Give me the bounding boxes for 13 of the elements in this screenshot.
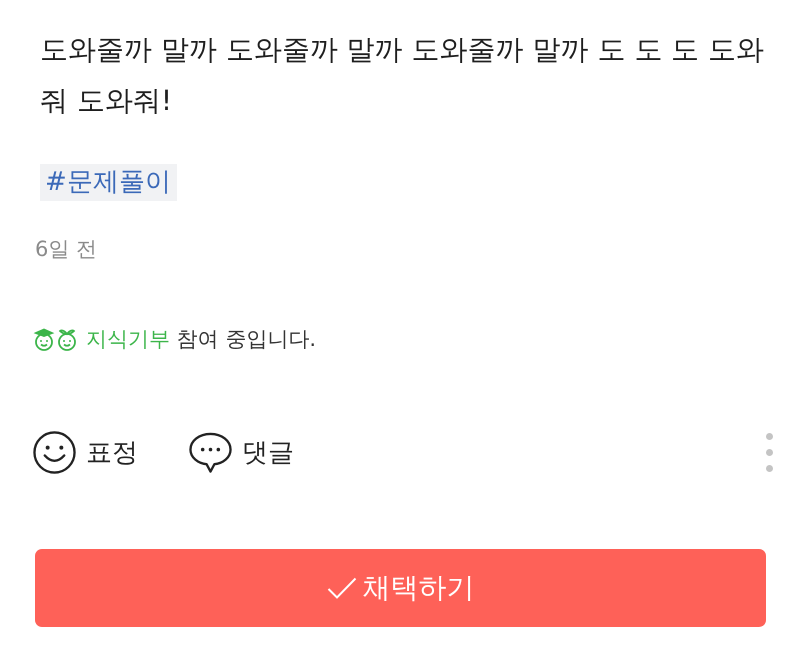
reaction-button[interactable]: 표정 (33, 430, 138, 474)
answer-text: 도와줄까 말까 도와줄까 말까 도와줄까 말까 도 도 도 도와줘 도와줘! (40, 32, 766, 119)
knowledge-donation-link[interactable]: 지식기부 (86, 327, 170, 351)
comment-button[interactable]: 댓글 (189, 430, 294, 474)
more-options-icon[interactable] (766, 432, 773, 472)
smiley-icon (33, 430, 76, 474)
donation-status-text: 지식기부 참여 중입니다. (86, 326, 316, 353)
checkmark-icon (326, 577, 356, 599)
speech-bubble-icon (189, 430, 232, 474)
posted-time: 6일 전 (35, 237, 98, 261)
hashtag-link[interactable]: #문제풀이 (40, 164, 177, 201)
smiling-faces-icon (33, 327, 79, 351)
accept-answer-button[interactable]: 채택하기 (35, 549, 766, 627)
